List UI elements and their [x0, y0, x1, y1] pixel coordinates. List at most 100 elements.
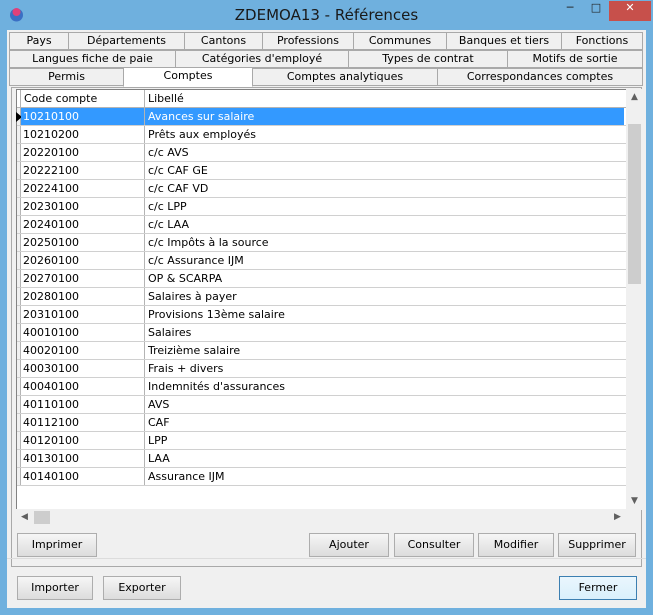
table-row[interactable]: 40140100 Assurance IJM [17, 468, 628, 486]
cell-code-compte[interactable]: 20224100 [21, 180, 145, 197]
table-row[interactable]: 20220100 c/c AVS [17, 144, 628, 162]
tab-types-de-contrat[interactable]: Types de contrat [348, 50, 508, 68]
table-row[interactable]: 20222100 c/c CAF GE [17, 162, 628, 180]
cell-libelle[interactable]: Indemnités d'assurances [145, 378, 624, 395]
cell-code-compte[interactable]: 20280100 [21, 288, 145, 305]
cell-code-compte[interactable]: 40110100 [21, 396, 145, 413]
cell-code-compte[interactable]: 20220100 [21, 144, 145, 161]
cell-code-compte[interactable]: 20250100 [21, 234, 145, 251]
table-row[interactable]: 20240100 c/c LAA [17, 216, 628, 234]
tab-cantons[interactable]: Cantons [184, 32, 263, 50]
table-row[interactable]: 40030100 Frais + divers [17, 360, 628, 378]
cell-code-compte[interactable]: 40130100 [21, 450, 145, 467]
tab-motifs-de-sortie[interactable]: Motifs de sortie [507, 50, 643, 68]
cell-libelle[interactable]: LAA [145, 450, 624, 467]
supprimer-button[interactable]: Supprimer [558, 533, 636, 557]
cell-code-compte[interactable]: 40030100 [21, 360, 145, 377]
horizontal-scroll-thumb[interactable] [34, 511, 50, 524]
tab-communes[interactable]: Communes [353, 32, 447, 50]
imprimer-button[interactable]: Imprimer [17, 533, 97, 557]
cell-libelle[interactable]: Salaires [145, 324, 624, 341]
table-row[interactable]: 20270100 OP & SCARPA [17, 270, 628, 288]
close-window-button[interactable]: ✕ [609, 1, 651, 21]
tab-fonctions[interactable]: Fonctions [561, 32, 643, 50]
tab-permis[interactable]: Permis [9, 68, 124, 86]
exporter-button[interactable]: Exporter [103, 576, 181, 600]
table-row[interactable]: 40020100 Treizième salaire [17, 342, 628, 360]
tab-comptes[interactable]: Comptes [123, 67, 253, 87]
cell-code-compte[interactable]: 10210100 [21, 108, 145, 125]
fermer-button[interactable]: Fermer [559, 576, 637, 600]
cell-libelle[interactable]: AVS [145, 396, 624, 413]
cell-code-compte[interactable]: 10210200 [21, 126, 145, 143]
scroll-up-icon[interactable]: ▲ [626, 89, 643, 106]
column-header-code[interactable]: Code compte [21, 90, 145, 108]
minimize-button[interactable]: ─ [557, 1, 583, 21]
cell-code-compte[interactable]: 40020100 [21, 342, 145, 359]
cell-libelle[interactable]: c/c CAF GE [145, 162, 624, 179]
tab-departements[interactable]: Départements [68, 32, 185, 50]
cell-libelle[interactable]: Provisions 13ème salaire [145, 306, 624, 323]
importer-button[interactable]: Importer [17, 576, 93, 600]
cell-libelle[interactable]: c/c AVS [145, 144, 624, 161]
cell-libelle[interactable]: Treizième salaire [145, 342, 624, 359]
table-row[interactable]: 20280100 Salaires à payer [17, 288, 628, 306]
cell-code-compte[interactable]: 20310100 [21, 306, 145, 323]
scroll-right-icon[interactable]: ▶ [609, 509, 626, 526]
cell-code-compte[interactable]: 20270100 [21, 270, 145, 287]
table-row[interactable]: 20250100 c/c Impôts à la source [17, 234, 628, 252]
tab-langues-fiche-de-paie[interactable]: Langues fiche de paie [9, 50, 176, 68]
cell-libelle[interactable]: c/c LAA [145, 216, 624, 233]
tab-correspondances-comptes[interactable]: Correspondances comptes [437, 68, 643, 86]
ajouter-button[interactable]: Ajouter [309, 533, 389, 557]
tab-pays[interactable]: Pays [9, 32, 69, 50]
cell-code-compte[interactable]: 20230100 [21, 198, 145, 215]
cell-libelle[interactable]: CAF [145, 414, 624, 431]
cell-libelle[interactable]: OP & SCARPA [145, 270, 624, 287]
tab-professions[interactable]: Professions [262, 32, 354, 50]
scroll-left-icon[interactable]: ◀ [16, 509, 33, 526]
table-row[interactable]: 20230100 c/c LPP [17, 198, 628, 216]
cell-libelle[interactable]: c/c Assurance IJM [145, 252, 624, 269]
table-row[interactable]: 20224100 c/c CAF VD [17, 180, 628, 198]
table-row[interactable]: 20260100 c/c Assurance IJM [17, 252, 628, 270]
cell-code-compte[interactable]: 40010100 [21, 324, 145, 341]
table-row[interactable]: 10210200 Prêts aux employés [17, 126, 628, 144]
cell-libelle[interactable]: LPP [145, 432, 624, 449]
table-row[interactable]: 40110100 AVS [17, 396, 628, 414]
cell-libelle[interactable]: Assurance IJM [145, 468, 624, 485]
vertical-scrollbar[interactable]: ▲ ▼ [626, 89, 643, 510]
consulter-button[interactable]: Consulter [394, 533, 474, 557]
table-row[interactable]: 40112100 CAF [17, 414, 628, 432]
cell-libelle[interactable]: c/c LPP [145, 198, 624, 215]
table-row[interactable]: 40010100 Salaires [17, 324, 628, 342]
cell-libelle[interactable]: c/c Impôts à la source [145, 234, 624, 251]
tab-comptes-analytiques[interactable]: Comptes analytiques [252, 68, 438, 86]
cell-libelle[interactable]: Frais + divers [145, 360, 624, 377]
tab-categories-employe[interactable]: Catégories d'employé [175, 50, 349, 68]
maximize-button[interactable]: □ [583, 1, 609, 21]
tab-banques-et-tiers[interactable]: Banques et tiers [446, 32, 562, 50]
title-bar[interactable]: ZDEMOA13 - Références ─ □ ✕ [0, 0, 653, 30]
cell-libelle[interactable]: Prêts aux employés [145, 126, 624, 143]
table-row[interactable]: 40120100 LPP [17, 432, 628, 450]
cell-code-compte[interactable]: 40112100 [21, 414, 145, 431]
table-row[interactable]: 40040100 Indemnités d'assurances [17, 378, 628, 396]
cell-code-compte[interactable]: 20240100 [21, 216, 145, 233]
table-row[interactable]: 20310100 Provisions 13ème salaire [17, 306, 628, 324]
cell-libelle[interactable]: Avances sur salaire [145, 108, 624, 125]
accounts-grid[interactable]: Code compte Libellé 10210100 Avances sur … [16, 89, 628, 510]
cell-code-compte[interactable]: 40040100 [21, 378, 145, 395]
cell-code-compte[interactable]: 40120100 [21, 432, 145, 449]
cell-code-compte[interactable]: 20260100 [21, 252, 145, 269]
table-row[interactable]: 10210100 Avances sur salaire [16, 108, 628, 126]
scroll-down-icon[interactable]: ▼ [626, 493, 643, 510]
cell-libelle[interactable]: Salaires à payer [145, 288, 624, 305]
table-row[interactable]: 40130100 LAA [17, 450, 628, 468]
cell-code-compte[interactable]: 40140100 [21, 468, 145, 485]
cell-code-compte[interactable]: 20222100 [21, 162, 145, 179]
horizontal-scrollbar[interactable]: ◀ ▶ [16, 509, 626, 526]
cell-libelle[interactable]: c/c CAF VD [145, 180, 624, 197]
column-header-libelle[interactable]: Libellé [145, 90, 628, 108]
vertical-scroll-thumb[interactable] [628, 124, 641, 284]
